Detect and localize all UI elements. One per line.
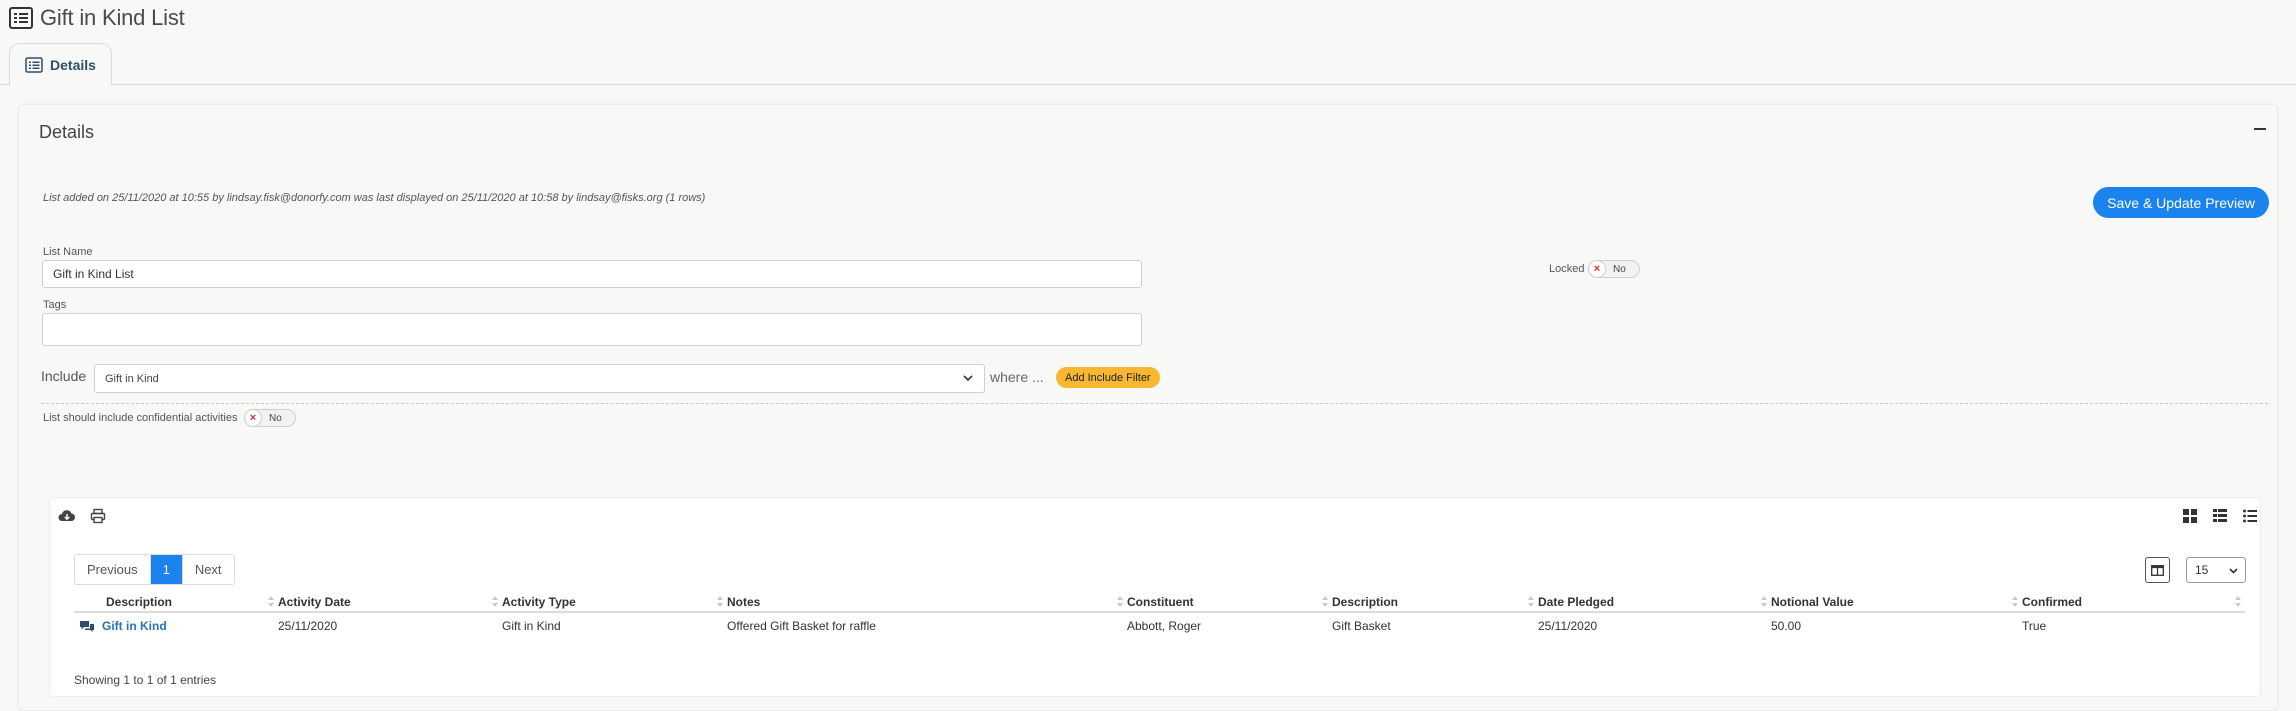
confidential-label: List should include confidential activit… — [43, 412, 238, 424]
include-label: Include — [41, 368, 87, 384]
column-header[interactable]: Constituent — [1127, 592, 1332, 613]
activity-link[interactable]: Gift in Kind — [102, 619, 167, 633]
list-name-label: List Name — [43, 246, 93, 258]
table-cell: Gift Basket — [1332, 618, 1391, 633]
page-1-button[interactable]: 1 — [150, 555, 182, 584]
list-view-icon[interactable] — [2243, 509, 2257, 523]
previous-page-button[interactable]: Previous — [75, 555, 151, 584]
column-header[interactable]: Notes — [727, 592, 1127, 613]
tab-details-label: Details — [50, 56, 96, 73]
panel-title: Details — [39, 122, 95, 142]
close-icon: × — [1588, 260, 1606, 278]
column-header[interactable]: Description — [1332, 592, 1538, 613]
table-row: Gift in Kind 25/11/2020 Gift in Kind Off… — [74, 612, 2245, 638]
tab-bar: Details — [0, 43, 2296, 86]
include-select[interactable]: Gift in Kind — [94, 364, 985, 393]
column-header[interactable]: Notional Value — [1771, 592, 2022, 613]
column-visibility-button[interactable] — [2145, 557, 2170, 583]
table-cell: 25/11/2020 — [1538, 618, 1598, 633]
sort-icon — [717, 596, 723, 608]
page-size-select[interactable]: 15 — [2186, 557, 2246, 583]
where-label: where ... — [990, 369, 1044, 385]
chevron-down-icon — [963, 375, 973, 382]
sort-icon — [1528, 596, 1534, 608]
results-table: Description Activity Date Activity Type … — [74, 592, 2245, 638]
tags-label: Tags — [43, 299, 67, 311]
sort-icon — [268, 596, 274, 608]
table-cell: 50.00 — [1771, 618, 1802, 633]
table-cell: Offered Gift Basket for raffle — [727, 618, 876, 633]
page-title-text: Gift in Kind List — [40, 5, 185, 30]
sort-icon — [2012, 596, 2018, 608]
add-include-filter-button[interactable]: Add Include Filter — [1056, 367, 1160, 388]
pagination: Previous 1 Next — [74, 554, 235, 585]
details-panel: Details List added on 25/11/2020 at 10:5… — [18, 104, 2278, 711]
table-info: Showing 1 to 1 of 1 entries — [74, 673, 217, 687]
list-icon — [25, 56, 43, 73]
columns-icon — [2151, 564, 2164, 576]
confidential-state: No — [269, 412, 282, 424]
confidential-toggle[interactable]: × No — [244, 409, 296, 427]
comments-icon — [80, 620, 94, 632]
save-update-preview-button[interactable]: Save & Update Preview — [2093, 187, 2269, 218]
column-header[interactable]: Description — [74, 592, 278, 613]
cloud-download-icon[interactable] — [58, 509, 76, 523]
table-view-icon[interactable] — [2213, 509, 2227, 523]
table-cell: True — [2022, 618, 2047, 633]
page-size-value: 15 — [2195, 563, 2209, 577]
tab-details[interactable]: Details — [9, 43, 112, 86]
results-card: Previous 1 Next 15 Description Activity … — [49, 497, 2261, 697]
divider — [41, 403, 2268, 404]
table-cell: Gift in Kind — [502, 618, 561, 633]
locked-state: No — [1613, 263, 1626, 275]
page-title: Gift in Kind List — [8, 5, 185, 31]
grid-view-icon[interactable] — [2183, 509, 2197, 523]
table-cell: 25/11/2020 — [278, 618, 338, 633]
column-header[interactable]: Date Pledged — [1538, 592, 1771, 613]
collapse-icon[interactable] — [2253, 122, 2267, 136]
table-cell: Abbott, Roger — [1127, 618, 1202, 633]
tags-input[interactable] — [42, 313, 1142, 346]
next-page-button[interactable]: Next — [181, 555, 234, 584]
list-icon — [9, 7, 33, 29]
column-header[interactable]: Confirmed — [2022, 592, 2245, 613]
sort-icon — [492, 596, 498, 608]
table-header-row: Description Activity Date Activity Type … — [74, 592, 2245, 613]
chevron-down-icon — [2229, 568, 2238, 574]
close-icon: × — [244, 409, 262, 427]
list-name-input[interactable]: Gift in Kind List — [42, 260, 1142, 288]
list-meta-info: List added on 25/11/2020 at 10:55 by lin… — [43, 192, 706, 204]
column-header[interactable]: Activity Type — [502, 592, 727, 613]
sort-icon — [2235, 596, 2241, 608]
locked-label: Locked — [1549, 263, 1585, 275]
sort-icon — [1322, 596, 1328, 608]
sort-icon — [1117, 596, 1123, 608]
sort-icon — [1761, 596, 1767, 608]
print-icon[interactable] — [90, 508, 106, 524]
locked-toggle[interactable]: × No — [1588, 260, 1640, 278]
column-header[interactable]: Activity Date — [278, 592, 502, 613]
include-select-value: Gift in Kind — [105, 372, 159, 385]
